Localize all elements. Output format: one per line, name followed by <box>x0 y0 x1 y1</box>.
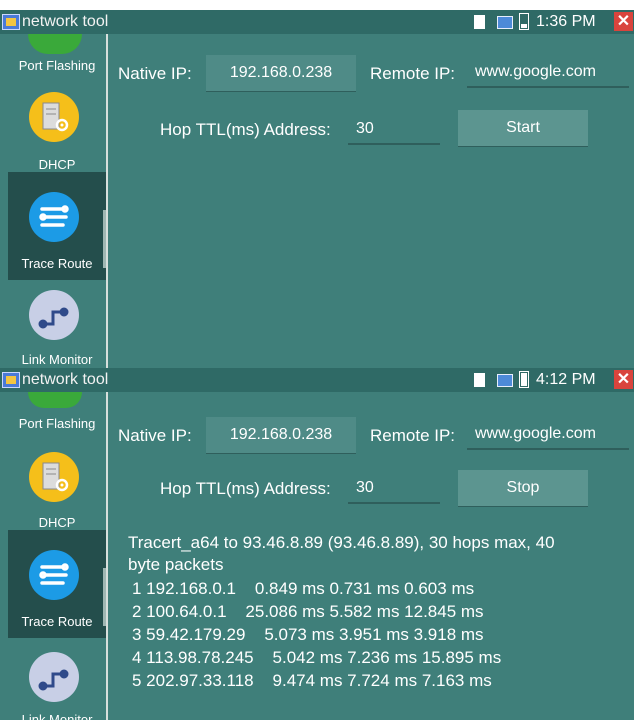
remote-ip-input[interactable]: www.google.com <box>467 418 629 450</box>
close-icon[interactable]: ✕ <box>614 370 633 389</box>
remote-ip-label: Remote IP: <box>370 64 456 83</box>
status-bar: network tool 1:36 PM ✕ <box>0 10 634 34</box>
sidebar-scrollbar[interactable] <box>103 568 106 626</box>
server-gear-icon[interactable] <box>29 92 79 142</box>
sidebar-item-label: Trace Route <box>21 256 93 271</box>
screen-1: network tool 1:36 PM ✕ Port Flashing DHC… <box>0 10 634 368</box>
close-icon[interactable]: ✕ <box>614 12 633 31</box>
trace-result-line: 2 100.64.0.1 25.086 ms 5.582 ms 12.845 m… <box>132 602 484 621</box>
trace-result-line: 4 113.98.78.245 5.042 ms 7.236 ms 15.895… <box>132 648 502 667</box>
sidebar-item-dhcp[interactable]: DHCP <box>8 157 106 172</box>
sd-card-icon <box>474 373 485 387</box>
sidebar: Port Flashing DHCP Trace Route Link Moni… <box>8 34 108 368</box>
hop-ttl-label: Hop TTL(ms) Address: <box>160 479 331 498</box>
sidebar-item-trace-route[interactable]: Trace Route <box>8 172 106 280</box>
hop-ttl-input[interactable]: 30 <box>348 472 440 504</box>
network-icon <box>497 374 513 387</box>
sidebar: Port Flashing DHCP Trace Route Link Moni… <box>8 392 108 720</box>
sidebar-item-link-monitor[interactable]: Link Monitor <box>8 712 106 720</box>
native-ip-field[interactable]: 192.168.0.238 <box>206 55 356 91</box>
trace-result-line: 1 192.168.0.1 0.849 ms 0.731 ms 0.603 ms <box>132 579 475 598</box>
port-flashing-icon <box>28 34 82 54</box>
trace-result-line: 3 59.42.179.29 5.073 ms 3.951 ms 3.918 m… <box>132 625 484 644</box>
network-tool-app-icon <box>2 372 20 388</box>
sidebar-item-link-monitor[interactable]: Link Monitor <box>8 352 106 367</box>
remote-ip-label: Remote IP: <box>370 426 456 445</box>
screen-2: network tool 4:12 PM ✕ Port Flashing DHC… <box>0 368 634 720</box>
sidebar-scrollbar[interactable] <box>103 210 106 268</box>
remote-ip-input[interactable]: www.google.com <box>467 56 629 88</box>
route-lines-icon <box>29 550 79 600</box>
stop-button[interactable]: Stop <box>458 470 588 506</box>
network-tool-app-icon <box>2 14 20 30</box>
route-lines-icon <box>29 192 79 242</box>
hop-ttl-input[interactable]: 30 <box>348 113 440 145</box>
port-flashing-icon <box>28 392 82 408</box>
app-title: network tool <box>22 13 109 30</box>
hop-ttl-label: Hop TTL(ms) Address: <box>160 120 331 139</box>
link-path-icon[interactable] <box>29 290 79 340</box>
start-button[interactable]: Start <box>458 110 588 146</box>
trace-result-line: 5 202.97.33.118 9.474 ms 7.724 ms 7.163 … <box>132 671 492 690</box>
sidebar-item-port-flashing[interactable]: Port Flashing <box>8 416 106 431</box>
app-title: network tool <box>22 371 109 388</box>
sidebar-item-label: Trace Route <box>21 614 93 629</box>
native-ip-label: Native IP: <box>118 426 192 445</box>
sidebar-item-dhcp[interactable]: DHCP <box>8 515 106 530</box>
clock: 4:12 PM <box>536 371 596 388</box>
status-bar: network tool 4:12 PM ✕ <box>0 368 634 392</box>
clock: 1:36 PM <box>536 13 596 30</box>
battery-icon <box>519 13 529 30</box>
sd-card-icon <box>474 15 485 29</box>
native-ip-field[interactable]: 192.168.0.238 <box>206 417 356 453</box>
trace-result-line: byte packets <box>128 555 224 574</box>
network-icon <box>497 16 513 29</box>
sidebar-item-trace-route[interactable]: Trace Route <box>8 530 106 638</box>
battery-icon <box>519 371 529 388</box>
native-ip-label: Native IP: <box>118 64 192 83</box>
trace-result-line: Tracert_a64 to 93.46.8.89 (93.46.8.89), … <box>128 533 555 552</box>
link-path-icon[interactable] <box>29 652 79 702</box>
sidebar-item-port-flashing[interactable]: Port Flashing <box>8 58 106 73</box>
server-gear-icon[interactable] <box>29 452 79 502</box>
